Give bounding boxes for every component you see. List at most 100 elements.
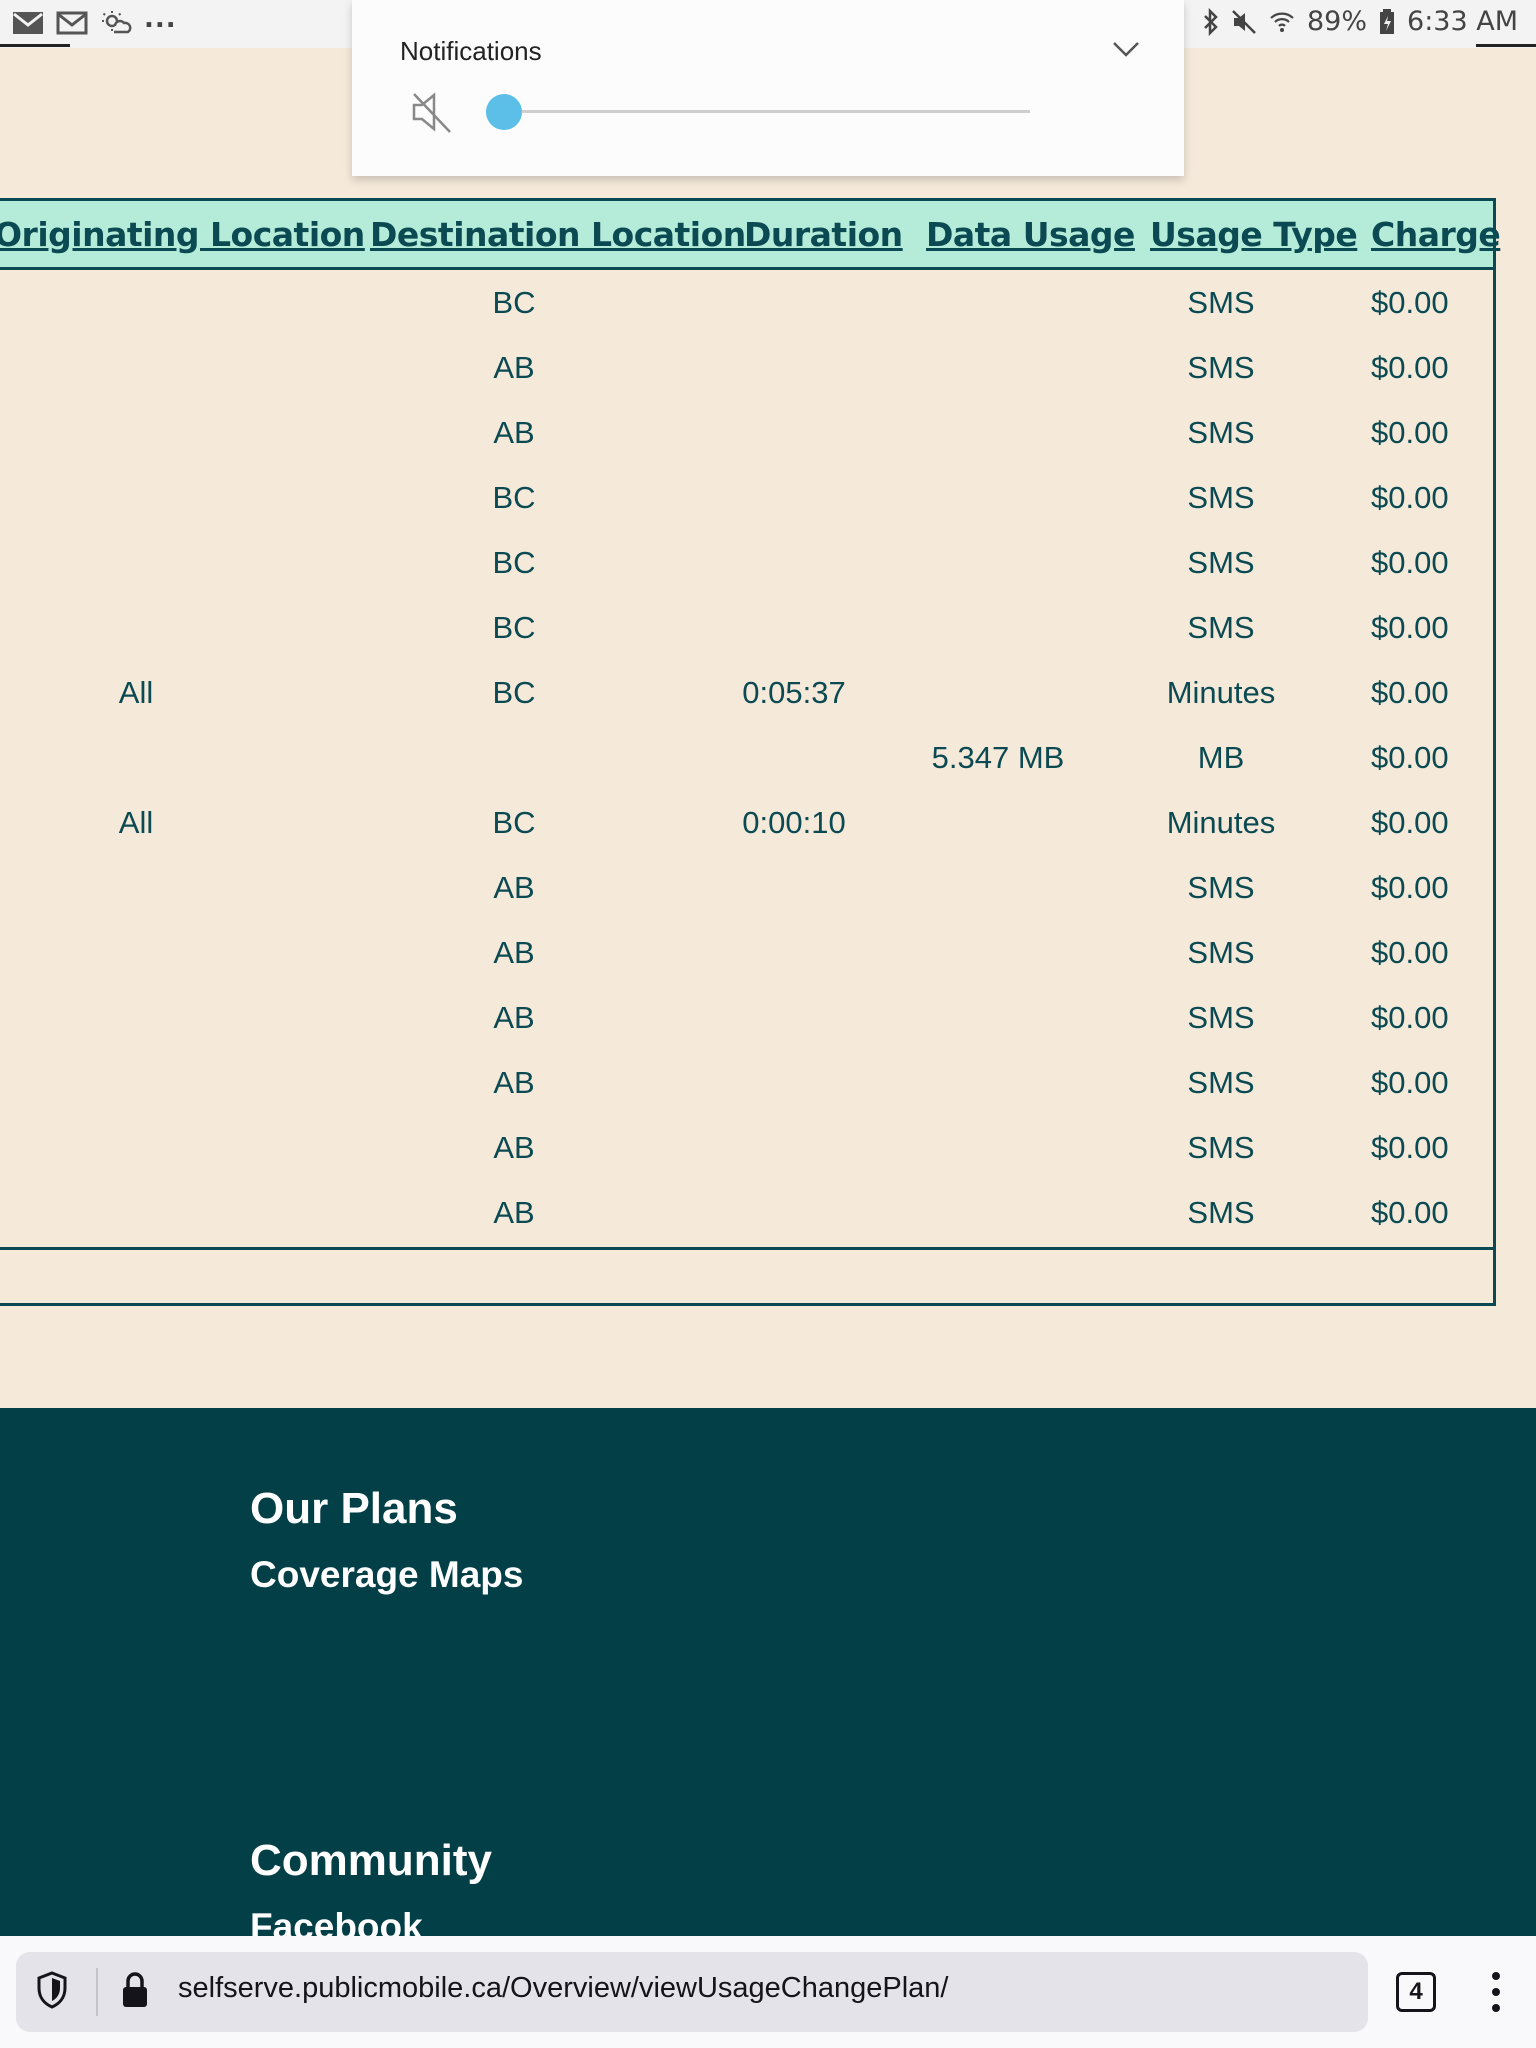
cell-destination-location: AB [493,870,535,905]
cell-charge: $0.00 [1371,1195,1449,1230]
cell-charge: $0.00 [1371,285,1449,320]
table-row: AB SMS $0.00 [0,988,1493,1053]
cell-charge: $0.00 [1371,610,1449,645]
chevron-down-icon[interactable] [1112,40,1140,58]
status-underline-left [0,44,70,47]
cell-destination-location: AB [493,415,535,450]
cell-usage-type: SMS [1187,545,1255,580]
cell-charge: $0.00 [1371,740,1449,775]
cell-destination-location: BC [492,610,536,645]
cell-charge: $0.00 [1371,935,1449,970]
status-underline-right [1476,44,1536,47]
table-row: 5.347 MB MB $0.00 [0,728,1493,793]
lock-icon[interactable] [120,1970,150,2010]
cell-usage-type: Minutes [1166,805,1276,840]
cell-destination-location: BC [492,545,536,580]
column-header-duration[interactable]: Duration [744,215,903,254]
cell-usage-type: SMS [1187,1195,1255,1230]
table-divider [0,1247,1493,1250]
column-header-destination-location[interactable]: Destination Location [370,215,746,254]
cell-usage-type: SMS [1187,1000,1255,1035]
footer-heading-community[interactable]: Community [250,1836,492,1886]
weather-icon [102,11,132,34]
volume-panel-title: Notifications [400,36,542,66]
column-header-usage-type[interactable]: Usage Type [1150,215,1358,254]
cell-usage-type: MB [1197,740,1245,775]
speaker-mute-icon[interactable] [410,90,454,134]
column-header-originating-location[interactable]: Originating Location [0,215,365,254]
cell-destination-location: AB [493,350,535,385]
cell-destination-location: BC [492,285,536,320]
cell-charge: $0.00 [1371,675,1449,710]
table-body: BC SMS $0.00 AB SMS $0.00 AB SMS $0.00 BC SMS $0.00… [0,273,1493,1248]
cell-usage-type: SMS [1187,350,1255,385]
cell-destination-location: AB [493,1065,535,1100]
address-bar-separator [96,1968,98,2016]
table-row: BC SMS $0.00 [0,273,1493,338]
cell-destination-location: BC [492,805,536,840]
battery-percent: 89% [1307,6,1368,37]
tab-count-button[interactable]: 4 [1396,1972,1436,2012]
cell-charge: $0.00 [1371,1130,1449,1165]
cell-duration: 0:00:10 [742,805,846,840]
battery-icon [1380,8,1395,34]
table-row: AB SMS $0.00 [0,1118,1493,1183]
cell-charge: $0.00 [1371,350,1449,385]
cell-usage-type: SMS [1187,610,1255,645]
cell-destination-location: BC [492,480,536,515]
table-row: AB SMS $0.00 [0,1183,1493,1248]
cell-usage-type: SMS [1187,480,1255,515]
table-header: Originating Location Destination Locatio… [0,201,1501,270]
cell-usage-type: SMS [1187,1065,1255,1100]
volume-panel: Notifications [352,0,1184,176]
table-row: AB SMS $0.00 [0,403,1493,468]
cell-usage-type: SMS [1187,870,1255,905]
cell-charge: $0.00 [1371,805,1449,840]
cell-destination-location: AB [493,1000,535,1035]
cell-charge: $0.00 [1371,1065,1449,1100]
table-row: BC SMS $0.00 [0,468,1493,533]
cell-duration: 0:05:37 [742,675,846,710]
cell-charge: $0.00 [1371,480,1449,515]
usage-table: Originating Location Destination Locatio… [0,198,1501,1306]
browser-menu-icon[interactable] [1484,1968,1508,2016]
url-text[interactable]: selfserve.publicmobile.ca/Overview/viewU… [178,1972,948,2005]
cell-destination-location: AB [493,1130,535,1165]
cell-usage-type: SMS [1187,415,1255,450]
footer-link-our-plans[interactable]: Our Plans [250,1484,458,1534]
table-row: All BC 0:05:37 Minutes $0.00 [0,663,1493,728]
cell-usage-type: SMS [1187,285,1255,320]
footer-link-coverage-maps[interactable]: Coverage Maps [250,1554,524,1596]
cell-destination-location: BC [492,675,536,710]
cell-usage-type: SMS [1187,1130,1255,1165]
volume-slider-track[interactable] [486,110,1030,113]
mail-icon [13,12,43,34]
table-row: AB SMS $0.00 [0,923,1493,988]
table-row: AB SMS $0.00 [0,1053,1493,1118]
cell-destination-location: AB [493,935,535,970]
volume-slider-thumb[interactable] [486,94,522,130]
address-bar[interactable]: selfserve.publicmobile.ca/Overview/viewU… [16,1952,1368,2032]
cell-charge: $0.00 [1371,870,1449,905]
cell-usage-type: SMS [1187,935,1255,970]
column-header-data-usage[interactable]: Data Usage [926,215,1135,254]
browser-toolbar: selfserve.publicmobile.ca/Overview/viewU… [0,1936,1536,2048]
cell-usage-type: Minutes [1166,675,1276,710]
wifi-icon [1270,12,1294,32]
column-header-charge[interactable]: Charge [1371,215,1501,254]
more-notifications-indicator: ... [144,4,177,34]
shield-icon[interactable] [36,1970,68,2010]
cell-destination-location: AB [493,1195,535,1230]
gmail-icon [56,11,88,35]
table-row: All BC 0:00:10 Minutes $0.00 [0,793,1493,858]
bluetooth-icon [1204,7,1218,36]
table-row: AB SMS $0.00 [0,858,1493,923]
cell-data-usage: 5.347 MB [931,740,1065,775]
cell-charge: $0.00 [1371,415,1449,450]
cell-charge: $0.00 [1371,1000,1449,1035]
cell-charge: $0.00 [1371,545,1449,580]
cell-originating-location: All [118,675,154,710]
table-row: BC SMS $0.00 [0,598,1493,663]
table-row: AB SMS $0.00 [0,338,1493,403]
table-row: BC SMS $0.00 [0,533,1493,598]
